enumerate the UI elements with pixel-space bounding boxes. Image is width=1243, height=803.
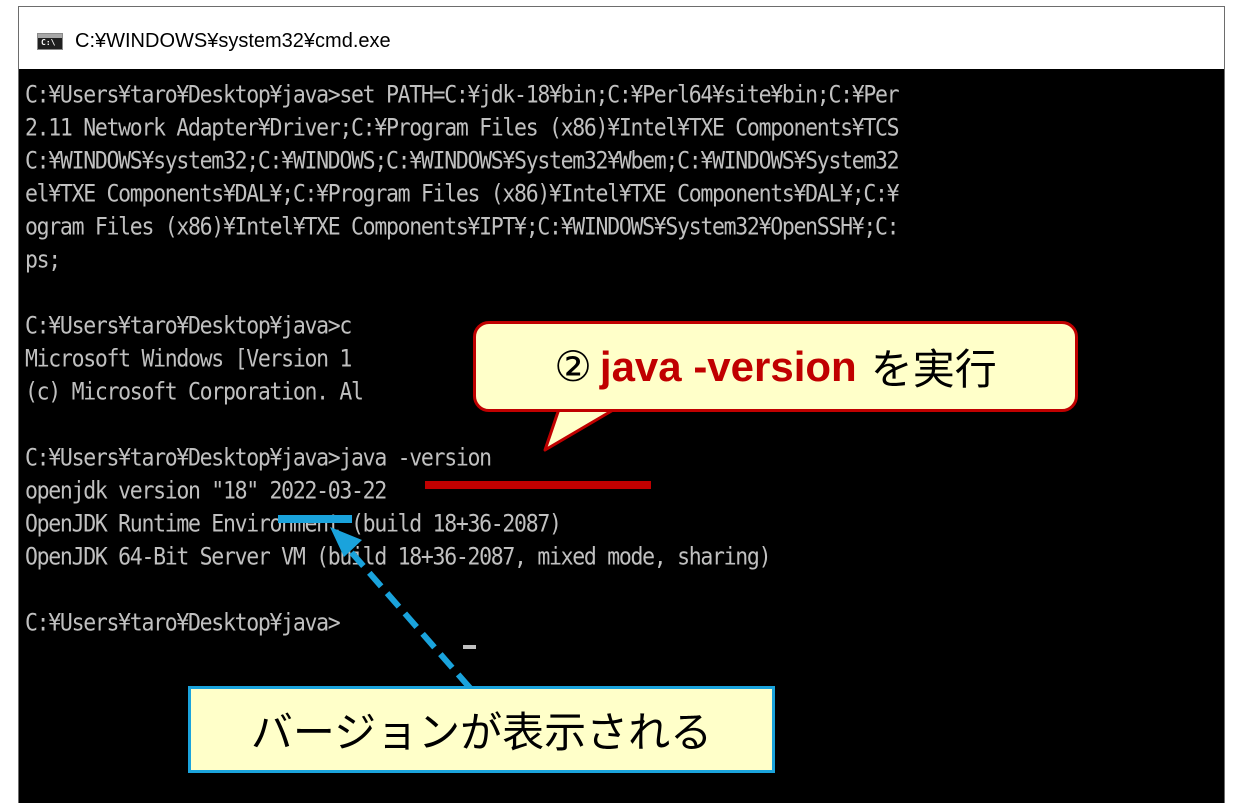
callout-text: ② java -version を実行: [476, 324, 1075, 409]
command-callout: ② java -version を実行: [473, 321, 1078, 412]
arrow-line-icon: [342, 543, 473, 690]
version-label: バージョンが表示される: [250, 709, 713, 756]
callout-suffix: を実行: [870, 346, 997, 393]
step-number: ②: [554, 343, 592, 390]
arrowhead-icon: [330, 527, 362, 557]
callout-command: java -version: [599, 342, 857, 390]
callout-tail: [543, 404, 622, 452]
version-label-box: バージョンが表示される: [188, 686, 775, 773]
